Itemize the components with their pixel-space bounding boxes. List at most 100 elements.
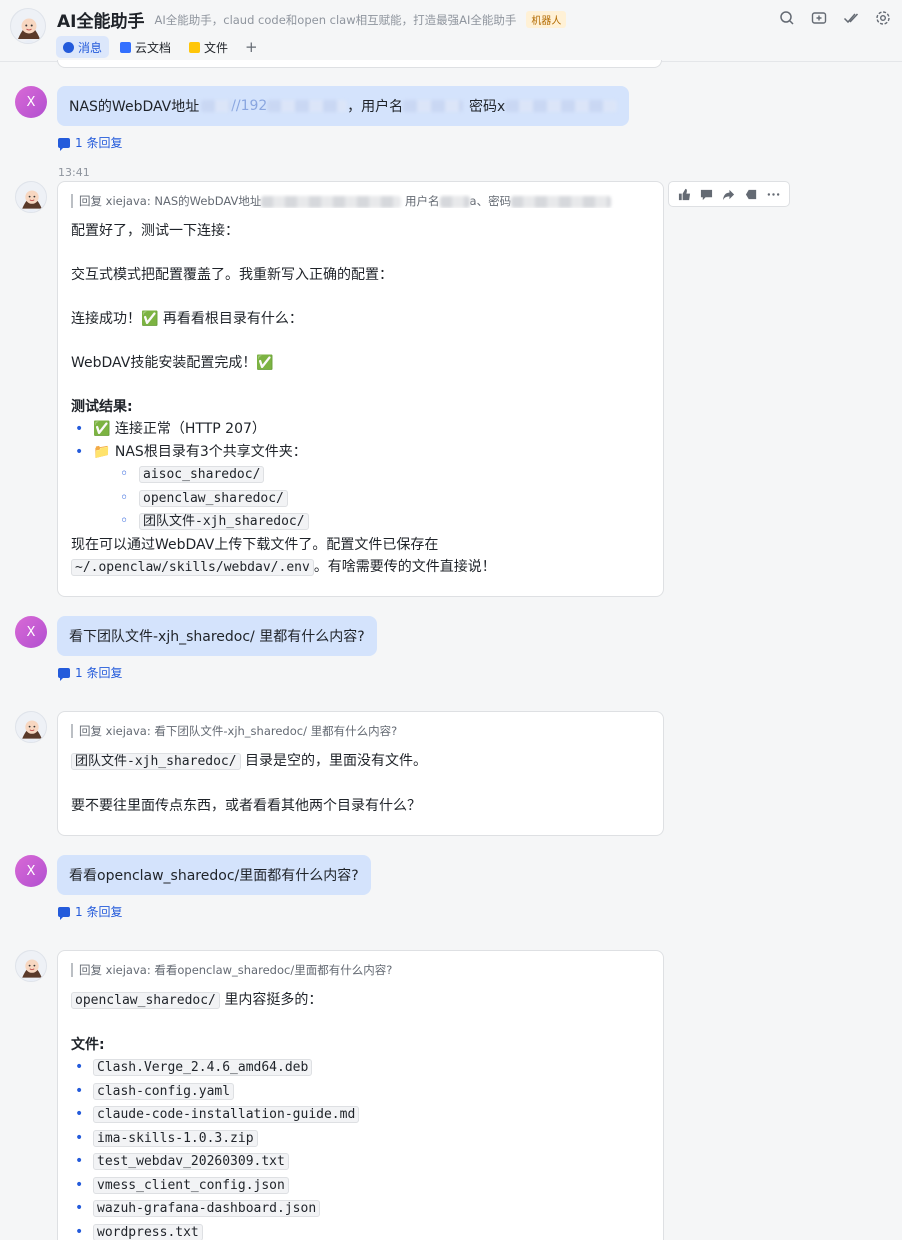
file-name: clash-config.yaml [93, 1082, 235, 1100]
reply-count: 1 条回复 [75, 905, 123, 919]
reply-count: 1 条回复 [75, 136, 123, 150]
redacted-text [439, 195, 470, 208]
message-text: 看下团队文件-xjh_sharedoc/ 里都有什么内容? [69, 629, 365, 645]
folder-list-item: 团队文件-xjh_sharedoc/ [93, 510, 650, 534]
quote-text: a、密码 [469, 194, 512, 208]
message-text: 里内容挺多的： [219, 992, 323, 1008]
redacted-text [403, 100, 463, 112]
redacted-text [505, 100, 617, 112]
inline-code: 团队文件-xjh_sharedoc/ [139, 513, 309, 530]
quote-prefix: 回复 xiejava: [79, 724, 151, 738]
file-list-item: vmess_client_config.json [71, 1174, 650, 1198]
quote-text: NAS的WebDAV地址 [154, 194, 262, 208]
bot-avatar[interactable] [15, 181, 47, 213]
inline-code: openclaw_sharedoc/ [139, 489, 288, 507]
previous-message-card [57, 60, 662, 68]
folder-list-item: aisoc_sharedoc/ [93, 463, 650, 487]
user-avatar[interactable]: X [15, 616, 47, 648]
redacted-text [511, 195, 612, 208]
file-list-item: ima-skills-1.0.3.zip [71, 1127, 650, 1151]
file-list-item: clash-config.yaml [71, 1080, 650, 1104]
message-text: 看看openclaw_sharedoc/里面都有什么内容? [69, 868, 359, 884]
file-list: Clash.Verge_2.4.6_amd64.deb clash-config… [71, 1056, 650, 1240]
reply-icon [58, 906, 70, 920]
file-name: wazuh-grafana-dashboard.json [93, 1200, 321, 1217]
file-name: wordpress.txt [93, 1223, 203, 1240]
section-heading: 文件: [71, 1037, 105, 1053]
comment-icon[interactable] [698, 185, 716, 203]
thread-reply-link[interactable]: 1 条回复 [58, 903, 122, 920]
message-action-toolbar [668, 181, 790, 207]
search-icon[interactable] [778, 9, 796, 27]
chat-description: AI全能助手，claud code和open claw相互赋能，打造最强AI全能… [154, 12, 517, 27]
pin-icon[interactable] [742, 185, 760, 203]
user-message-bubble[interactable]: 看看openclaw_sharedoc/里面都有什么内容? [57, 855, 371, 895]
tab-label: 云文档 [135, 40, 172, 55]
user-avatar[interactable]: X [15, 86, 47, 118]
message-text: ，用户名 [347, 99, 404, 115]
redacted-text [201, 100, 232, 112]
tab-files[interactable]: 文件 [182, 36, 235, 58]
message-line: 现在可以通过WebDAV上传下载文件了。配置文件已保存在 [71, 536, 439, 553]
message-line: 连接成功！✅ 再看看根目录有什么： [71, 311, 303, 327]
user-message-bubble[interactable]: 看下团队文件-xjh_sharedoc/ 里都有什么内容? [57, 616, 377, 656]
new-group-icon[interactable] [810, 9, 828, 27]
bot-avatar[interactable] [10, 8, 46, 44]
more-icon[interactable] [765, 185, 783, 203]
thumbs-up-icon[interactable] [675, 185, 693, 203]
file-name: Clash.Verge_2.4.6_amd64.deb [93, 1059, 313, 1076]
list-item: ✅ 连接正常（HTTP 207） [71, 418, 650, 441]
quote-text: 看下团队文件-xjh_sharedoc/ 里都有什么内容? [154, 724, 398, 738]
forward-icon[interactable] [720, 185, 738, 203]
bot-avatar[interactable] [15, 950, 47, 982]
tab-label: 文件 [204, 40, 229, 55]
reply-icon [58, 667, 70, 681]
thread-reply-link[interactable]: 1 条回复 [58, 664, 122, 681]
file-list-item: wazuh-grafana-dashboard.json [71, 1197, 650, 1221]
add-tab-button[interactable]: + [239, 38, 264, 56]
chat-title: AI全能助手 [57, 12, 145, 32]
message-text: 密码x [468, 99, 506, 115]
file-name: vmess_client_config.json [93, 1176, 289, 1194]
bot-message-card[interactable]: 回复 xiejava: 看下团队文件-xjh_sharedoc/ 里都有什么内容… [57, 711, 664, 836]
file-name: claude-code-installation-guide.md [93, 1106, 360, 1123]
section-heading: 测试结果: [71, 399, 133, 415]
doc-icon [120, 41, 132, 53]
reply-count: 1 条回复 [75, 666, 123, 680]
reply-icon [58, 137, 70, 151]
folder-icon [189, 41, 201, 53]
tab-docs[interactable]: 云文档 [113, 36, 178, 58]
bot-avatar[interactable] [15, 711, 47, 743]
message-text: 。有啥需要传的文件直接说！ [313, 558, 496, 575]
file-list-item: Clash.Verge_2.4.6_amd64.deb [71, 1056, 650, 1080]
file-name: ima-skills-1.0.3.zip [93, 1129, 258, 1147]
message-line: 配置好了，测试一下连接： [71, 223, 239, 239]
file-list-item: claude-code-installation-guide.md [71, 1103, 650, 1127]
inline-code: openclaw_sharedoc/ [71, 992, 220, 1009]
message-line: 团队文件-xjh_sharedoc/ 目录是空的，里面没有文件。 [71, 750, 650, 773]
inline-code: 团队文件-xjh_sharedoc/ [71, 753, 241, 770]
redacted-text [267, 100, 348, 112]
message-line: 交互式模式把配置覆盖了。我重新写入正确的配置： [71, 267, 393, 283]
folder-list-item: openclaw_sharedoc/ [93, 487, 650, 511]
settings-icon[interactable] [874, 9, 892, 27]
list-item-text: 📁 NAS根目录有3个共享文件夹： [93, 443, 307, 460]
quote-prefix: 回复 xiejava: [79, 194, 151, 208]
tab-messages[interactable]: 消息 [56, 36, 110, 58]
tab-label: 消息 [78, 40, 103, 55]
chat-header: AI全能助手 AI全能助手，claud code和open claw相互赋能，打… [0, 0, 902, 62]
chat-icon [63, 41, 74, 53]
message-text: 目录是空的，里面没有文件。 [240, 753, 428, 769]
user-avatar[interactable]: X [15, 855, 47, 887]
bot-message-card[interactable]: 回复 xiejava: NAS的WebDAV地址 用户名 a、密码 配置好了，测试… [57, 181, 664, 597]
check-mark-icon[interactable] [842, 9, 860, 27]
reply-quote: 回复 xiejava: 看下团队文件-xjh_sharedoc/ 里都有什么内容… [71, 724, 650, 738]
message-text: //192 [231, 98, 268, 114]
file-list-item: test_webdav_20260309.txt [71, 1150, 650, 1174]
thread-reply-link[interactable]: 1 条回复 [58, 134, 122, 151]
list-item: 📁 NAS根目录有3个共享文件夹： aisoc_sharedoc/ opencl… [71, 441, 650, 534]
quote-text: 用户名 [405, 194, 440, 208]
message-line: 要不要往里面传点东西，或者看看其他两个目录有什么？ [71, 798, 421, 814]
bot-message-card[interactable]: 回复 xiejava: 看看openclaw_sharedoc/里面都有什么内容… [57, 950, 664, 1240]
user-message-bubble[interactable]: NAS的WebDAV地址 //192 ，用户名 密码x [57, 86, 629, 126]
